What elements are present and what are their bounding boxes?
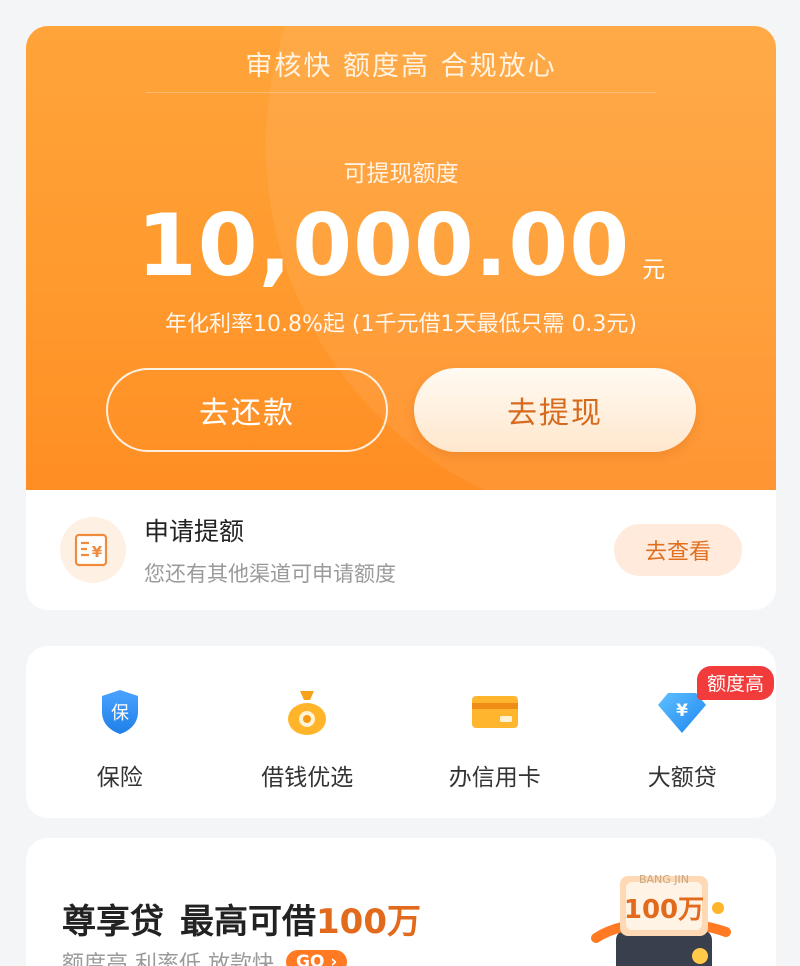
- service-item-insurance[interactable]: 保 保险: [26, 646, 214, 818]
- divider: [146, 92, 656, 93]
- premium-loan-promo[interactable]: 尊享贷 最高可借 100万 额度高 利率低 放款快 GO › BANG JIN …: [26, 838, 776, 966]
- svg-text:¥: ¥: [676, 701, 688, 721]
- svg-text:¥: ¥: [92, 543, 103, 561]
- service-item-credit-card[interactable]: 办信用卡: [401, 646, 589, 818]
- promo-art-brand: BANG JIN: [639, 873, 689, 886]
- service-label: 借钱优选: [261, 765, 354, 791]
- repay-button[interactable]: 去还款: [106, 368, 388, 452]
- money-bag-icon: [281, 686, 333, 738]
- high-limit-badge: 额度高: [696, 666, 774, 700]
- loan-home-page: 审核快 额度高 合规放心 可提现额度 10,000.00 元 年化利率10.8%…: [0, 0, 800, 966]
- promo-headline-prefix: 最高可借: [180, 902, 316, 942]
- service-item-loan-pick[interactable]: 借钱优选: [214, 646, 402, 818]
- limit-label: 可提现额度: [343, 161, 459, 187]
- promo-art-text: 100万: [624, 895, 704, 925]
- service-label: 办信用卡: [448, 765, 541, 791]
- apply-text: 申请提额 您还有其他渠道可申请额度: [144, 512, 614, 588]
- limit-amount-row: 10,000.00 元: [26, 196, 776, 296]
- service-item-big-loan[interactable]: ¥ 大额贷 额度高: [589, 646, 777, 818]
- promo-illustration: BANG JIN 100万: [576, 868, 736, 966]
- service-label: 大额贷: [647, 765, 717, 791]
- apply-limit-row[interactable]: ¥ 申请提额 您还有其他渠道可申请额度 去查看: [26, 490, 776, 610]
- credit-card-icon: [469, 686, 521, 738]
- slogan: 审核快 额度高 合规放心: [245, 51, 557, 82]
- rate-note: 年化利率10.8%起 (1千元借1天最低只需 0.3元): [164, 312, 638, 337]
- credit-limit-card: 审核快 额度高 合规放心 可提现额度 10,000.00 元 年化利率10.8%…: [26, 26, 776, 610]
- svg-text:保: 保: [111, 703, 129, 724]
- credit-hero: 审核快 额度高 合规放心 可提现额度 10,000.00 元 年化利率10.8%…: [26, 26, 776, 490]
- service-label: 保险: [96, 765, 143, 791]
- limit-unit: 元: [642, 257, 666, 283]
- service-shortcuts: 保 保险 借钱优选 办信用卡 ¥ 大额贷 额度高: [26, 646, 776, 818]
- promo-name: 尊享贷: [62, 902, 164, 942]
- go-badge[interactable]: GO ›: [286, 950, 348, 966]
- promo-subtitle-row: 额度高 利率低 放款快 GO ›: [62, 946, 348, 966]
- view-more-button[interactable]: 去查看: [614, 524, 742, 576]
- promo-highlight: 100万: [316, 902, 421, 942]
- limit-amount: 10,000.00: [136, 196, 631, 296]
- go-label: GO: [296, 952, 325, 966]
- withdraw-button[interactable]: 去提现: [414, 368, 696, 452]
- apply-title: 申请提额: [144, 517, 245, 546]
- document-yen-icon: ¥: [60, 517, 126, 583]
- promo-subtitle: 额度高 利率低 放款快: [62, 952, 274, 966]
- shield-icon: 保: [94, 686, 146, 738]
- promo-headline: 尊享贷 最高可借 100万: [62, 894, 421, 943]
- apply-subtitle: 您还有其他渠道可申请额度: [144, 562, 396, 586]
